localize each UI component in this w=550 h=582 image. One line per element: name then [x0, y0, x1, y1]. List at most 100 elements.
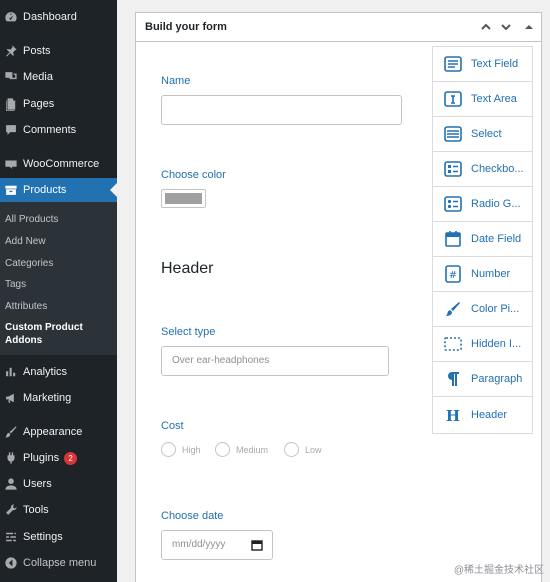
radio-label: Low	[305, 444, 322, 455]
palette-label: Text Field	[471, 58, 519, 70]
palette-label: Radio G...	[471, 198, 521, 210]
menu-settings[interactable]: Settings	[0, 525, 117, 549]
date-placeholder: mm/dd/yyyy	[172, 539, 226, 550]
text-field-icon	[444, 55, 462, 73]
chevron-down-icon	[501, 24, 511, 31]
settings-icon	[4, 530, 18, 544]
submenu-attributes[interactable]: Attributes	[5, 300, 47, 313]
menu-products[interactable]: Products	[0, 178, 117, 202]
radio-group-icon	[444, 195, 462, 213]
menu-users[interactable]: Users	[0, 472, 117, 496]
menu-analytics[interactable]: Analytics	[0, 360, 117, 384]
products-icon	[4, 183, 18, 197]
menu-plugins[interactable]: Plugins 2	[0, 446, 117, 470]
megaphone-icon	[4, 391, 18, 405]
palette-radio-group[interactable]: Radio G...	[433, 187, 532, 222]
move-up-button[interactable]	[479, 20, 493, 34]
plugin-icon	[4, 451, 18, 465]
date-label: Choose date	[161, 510, 224, 522]
menu-label: Comments	[23, 124, 77, 136]
palette-label: Checkbo...	[471, 163, 524, 175]
panel-header: Build your form	[136, 13, 541, 42]
paragraph-icon	[444, 370, 462, 388]
move-down-button[interactable]	[499, 20, 513, 34]
palette-label: Date Field	[471, 233, 522, 245]
palette-header[interactable]: H Header	[433, 397, 532, 432]
collapse-icon	[4, 556, 18, 570]
menu-label: Media	[23, 71, 53, 83]
palette-text-area[interactable]: Text Area	[433, 82, 532, 117]
watermark: @稀土掘金技术社区	[453, 565, 544, 576]
collapse-menu-button[interactable]: Collapse menu	[0, 551, 117, 575]
field-palette: Text Field Text Area Select Checkbo... R…	[432, 46, 533, 434]
palette-label: Paragraph	[471, 373, 523, 385]
select-icon	[444, 125, 462, 143]
color-picker-icon	[444, 300, 462, 318]
plugin-update-badge: 2	[64, 451, 78, 465]
palette-label: Hidden I...	[471, 338, 522, 350]
palette-label: Select	[471, 128, 502, 140]
menu-dashboard[interactable]: Dashboard	[0, 5, 117, 29]
palette-label: Header	[471, 408, 508, 421]
svg-text:H: H	[446, 407, 460, 424]
color-picker-input[interactable]	[161, 189, 206, 208]
menu-pages[interactable]: Pages	[0, 92, 117, 116]
submenu-tags[interactable]: Tags	[5, 278, 26, 291]
palette-hidden-input[interactable]: Hidden I...	[433, 327, 532, 362]
menu-label: Users	[23, 478, 52, 490]
menu-posts[interactable]: Posts	[0, 39, 117, 63]
menu-tools[interactable]: Tools	[0, 498, 117, 522]
name-label: Name	[161, 75, 191, 87]
menu-woocommerce[interactable]: WooCommerce	[0, 152, 117, 176]
menu-label: Posts	[23, 45, 51, 57]
caret-up-icon	[525, 25, 533, 29]
menu-label: Tools	[23, 504, 49, 516]
palette-number[interactable]: # Number	[433, 257, 532, 292]
radio-circle	[284, 442, 299, 457]
radio-circle	[161, 442, 176, 457]
cost-radio-high[interactable]: High	[161, 442, 201, 457]
hidden-input-icon	[444, 335, 462, 353]
cost-radio-low[interactable]: Low	[284, 442, 322, 457]
users-icon	[4, 477, 18, 491]
submenu-custom-product-addons[interactable]: Custom Product Addons	[5, 321, 105, 347]
color-label: Choose color	[161, 169, 226, 181]
toggle-panel-button[interactable]	[522, 20, 536, 34]
calendar-icon	[444, 230, 462, 248]
menu-label: Dashboard	[23, 11, 77, 23]
menu-comments[interactable]: Comments	[0, 118, 117, 142]
admin-sidebar: Dashboard Posts Media Pages Comments Woo…	[0, 0, 117, 582]
menu-label: Pages	[23, 98, 55, 110]
menu-label: Collapse menu	[23, 557, 97, 569]
name-input[interactable]	[161, 95, 402, 125]
palette-select[interactable]: Select	[433, 117, 532, 152]
submenu-categories[interactable]: Categories	[5, 257, 53, 270]
radio-label: Medium	[236, 444, 269, 455]
menu-appearance[interactable]: Appearance	[0, 420, 117, 444]
number-icon: #	[444, 265, 462, 283]
palette-color-picker[interactable]: Color Pi...	[433, 292, 532, 327]
chevron-up-icon	[481, 23, 491, 30]
menu-media[interactable]: Media	[0, 65, 117, 89]
select-type-label: Select type	[161, 326, 216, 338]
header-element: Header	[161, 260, 214, 277]
select-type-input[interactable]: Over ear-headphones	[161, 346, 389, 376]
palette-label: Color Pi...	[471, 303, 520, 315]
color-swatch-fill	[165, 193, 202, 204]
menu-label: Analytics	[23, 366, 68, 378]
submenu-all-products[interactable]: All Products	[5, 213, 58, 226]
date-input[interactable]: mm/dd/yyyy	[161, 530, 273, 560]
dashboard-icon	[4, 10, 18, 24]
comment-icon	[4, 123, 18, 137]
submenu-add-new[interactable]: Add New	[5, 235, 46, 248]
cost-radio-medium[interactable]: Medium	[215, 442, 268, 457]
active-arrow	[110, 183, 117, 197]
menu-marketing[interactable]: Marketing	[0, 386, 117, 410]
palette-date-field[interactable]: Date Field	[433, 222, 532, 257]
radio-label: High	[182, 444, 201, 455]
palette-checkbox[interactable]: Checkbo...	[433, 152, 532, 187]
calendar-icon[interactable]	[251, 539, 263, 551]
palette-paragraph[interactable]: Paragraph	[433, 362, 532, 397]
palette-text-field[interactable]: Text Field	[433, 47, 532, 82]
media-icon	[4, 70, 18, 84]
